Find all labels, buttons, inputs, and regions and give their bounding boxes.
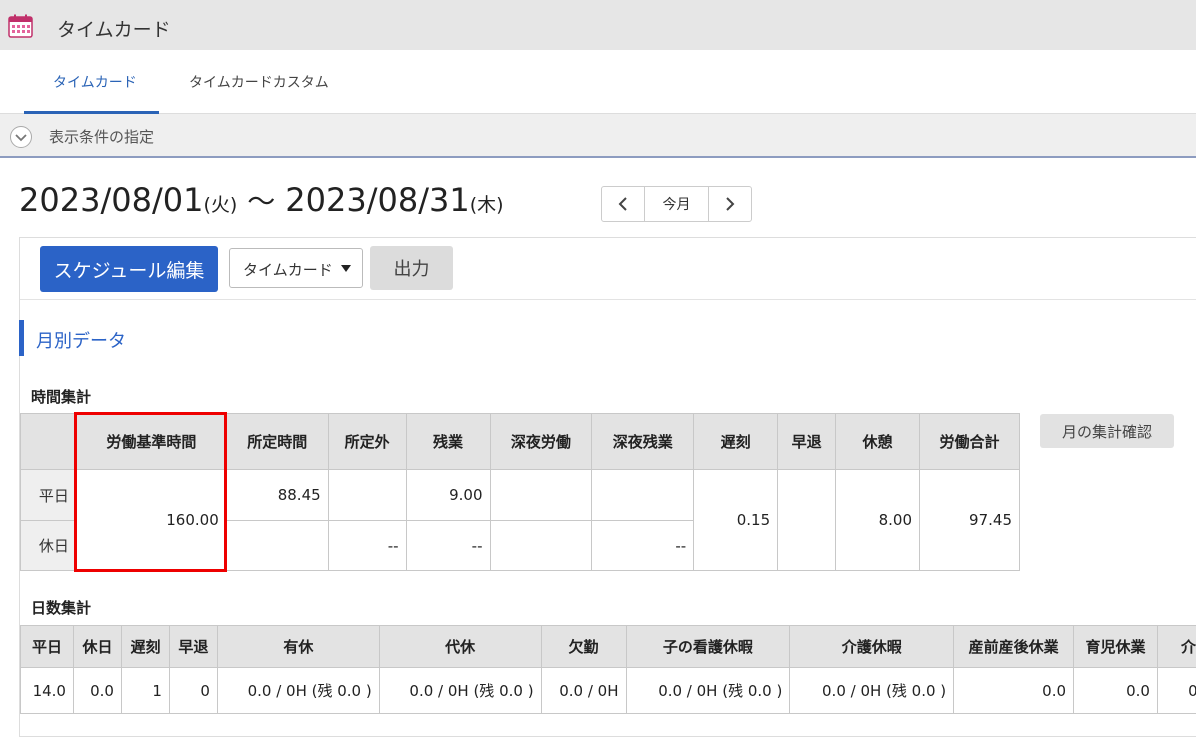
table-cell xyxy=(489,469,593,521)
column-header: 残業 xyxy=(405,413,491,470)
table-cell: -- xyxy=(327,520,407,571)
column-header: 深夜残業 xyxy=(591,413,695,470)
section-accent xyxy=(19,320,24,356)
table-cell: 0.0 xyxy=(72,667,122,714)
table-cell: 8.00 xyxy=(835,469,920,571)
column-header: 有休 xyxy=(216,625,380,668)
table-cell: 0.0 xyxy=(1156,667,1196,714)
edit-schedule-button[interactable]: スケジュール編集 xyxy=(40,246,218,292)
column-header: 深夜労働 xyxy=(489,413,593,470)
day-summary-table: 平日 休日 遅刻 早退 有休 代休 欠勤 子の看護休暇 介護休暇 産前産後休業 … xyxy=(20,625,1196,714)
row-label-holiday: 休日 xyxy=(20,520,77,571)
column-header: 介護休暇 xyxy=(789,625,955,668)
table-cell xyxy=(777,469,837,571)
column-header: 休憩 xyxy=(835,413,920,470)
column-header: 遅刻 xyxy=(120,625,170,668)
column-header: 労働基準時間 xyxy=(75,413,227,470)
column-header: 所定外 xyxy=(327,413,407,470)
column-header: 代休 xyxy=(378,625,542,668)
time-summary-table: 労働基準時間 所定時間 所定外 残業 深夜労働 深夜残業 遅刻 早退 休憩 労働… xyxy=(20,413,1020,571)
prev-month-button[interactable] xyxy=(602,187,645,221)
title-bar: タイムカード xyxy=(0,0,1196,50)
tab-bar: タイムカード タイムカードカスタム xyxy=(0,50,1196,114)
table-cell: 0 xyxy=(168,667,218,714)
column-header: 子の看護休暇 xyxy=(625,625,791,668)
view-select[interactable]: タイムカード xyxy=(229,248,363,288)
start-day: (火) xyxy=(203,194,238,216)
chevron-left-icon xyxy=(618,197,627,211)
day-summary-title: 日数集計 xyxy=(31,599,92,617)
table-cell: 0.0 / 0H (残 0.0 ) xyxy=(216,667,380,714)
column-header: 平日 xyxy=(20,625,74,668)
date-range: 2023/08/01(火) 〜 2023/08/31(木) xyxy=(19,180,504,220)
tab-timecard-custom[interactable]: タイムカードカスタム xyxy=(189,72,329,92)
table-cell: 0.0 xyxy=(1073,667,1158,714)
next-month-button[interactable] xyxy=(709,187,751,221)
table-cell: 88.45 xyxy=(225,469,329,521)
table-cell: 0.0 / 0H xyxy=(540,667,627,714)
table-cell: 0.0 xyxy=(953,667,1075,714)
app-title: タイムカード xyxy=(57,19,171,41)
table-corner xyxy=(20,413,77,470)
current-month-button[interactable]: 今月 xyxy=(645,187,709,221)
view-select-value: タイムカード xyxy=(243,261,333,279)
chevron-down-icon[interactable] xyxy=(10,126,32,148)
table-cell: 0.0 / 0H (残 0.0 ) xyxy=(789,667,955,714)
tab-timecard[interactable]: タイムカード xyxy=(53,72,137,92)
table-cell: 97.45 xyxy=(919,469,1020,571)
table-cell xyxy=(591,469,695,521)
table-cell: -- xyxy=(591,520,695,571)
row-label-weekday: 平日 xyxy=(20,469,77,521)
filter-bar[interactable]: 表示条件の指定 xyxy=(0,114,1196,158)
time-summary-title: 時間集計 xyxy=(31,388,92,406)
table-cell xyxy=(327,469,407,521)
monthly-summary-confirm-button[interactable]: 月の集計確認 xyxy=(1040,414,1174,448)
table-cell: 14.0 xyxy=(20,667,74,714)
start-date: 2023/08/01 xyxy=(19,181,204,219)
filter-label[interactable]: 表示条件の指定 xyxy=(49,126,154,147)
divider xyxy=(20,299,1196,300)
table-cell xyxy=(225,520,329,571)
end-day: (木) xyxy=(469,194,504,216)
table-cell: 0.0 / 0H (残 0.0 ) xyxy=(378,667,542,714)
calendar-icon xyxy=(8,14,33,38)
month-navigation: 今月 xyxy=(601,186,752,222)
table-cell: 0.15 xyxy=(693,469,779,571)
table-cell xyxy=(489,520,593,571)
table-cell: 1 xyxy=(120,667,170,714)
section-title: 月別データ xyxy=(36,331,126,352)
column-header: 育児休業 xyxy=(1073,625,1158,668)
output-button[interactable]: 出力 xyxy=(370,246,453,290)
table-cell: -- xyxy=(405,520,491,571)
table-cell: 0.0 / 0H (残 0.0 ) xyxy=(625,667,791,714)
column-header: 遅刻 xyxy=(693,413,779,470)
column-header: 産前産後休業 xyxy=(953,625,1075,668)
table-cell: 9.00 xyxy=(405,469,491,521)
chevron-right-icon xyxy=(726,197,735,211)
standard-hours-value: 160.00 xyxy=(75,469,227,571)
column-header: 所定時間 xyxy=(225,413,329,470)
column-header: 労働合計 xyxy=(919,413,1020,470)
column-header: 介 xyxy=(1156,625,1196,668)
range-separator: 〜 xyxy=(247,185,276,218)
column-header: 早退 xyxy=(777,413,837,470)
column-header: 欠勤 xyxy=(540,625,627,668)
caret-down-icon xyxy=(341,265,351,272)
column-header: 休日 xyxy=(72,625,122,668)
column-header: 早退 xyxy=(168,625,218,668)
end-date: 2023/08/31 xyxy=(285,181,470,219)
